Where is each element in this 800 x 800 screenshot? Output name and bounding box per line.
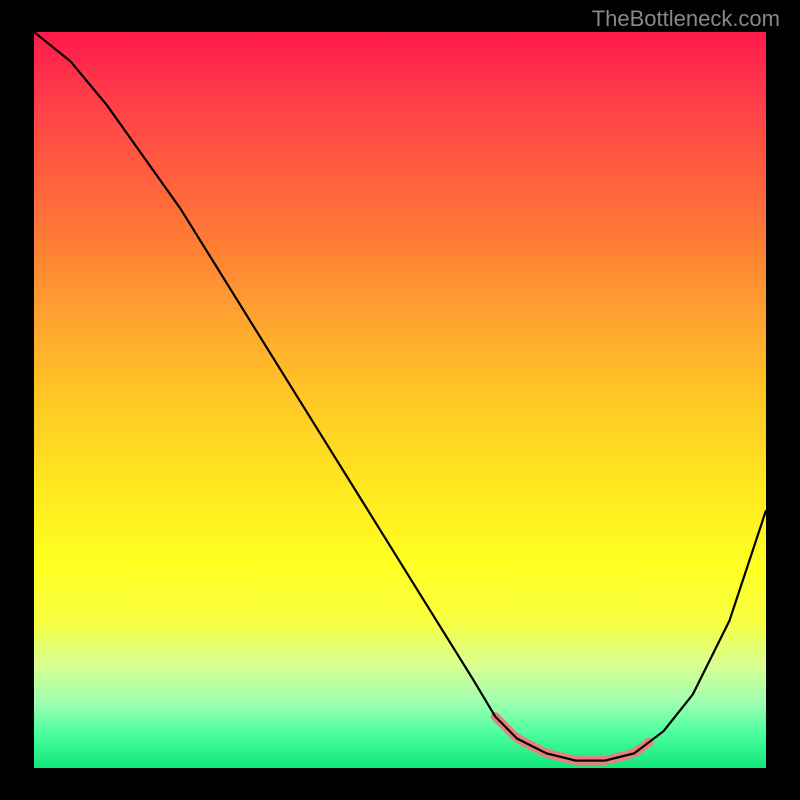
chart-plot-area: [34, 32, 766, 768]
chart-svg: [34, 32, 766, 768]
watermark-text: TheBottleneck.com: [592, 6, 780, 32]
bottleneck-curve-line: [34, 32, 766, 761]
